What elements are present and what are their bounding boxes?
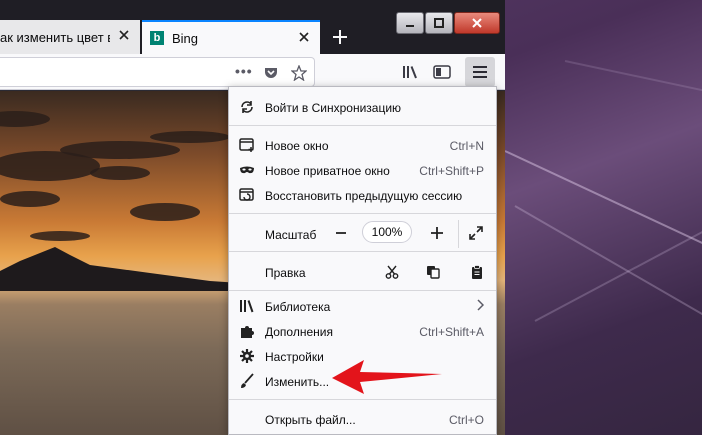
menu-item-private-window[interactable]: Новое приватное окно Ctrl+Shift+P [229, 158, 496, 183]
pointer-arrow-annotation [332, 360, 442, 394]
menu-item-library[interactable]: Библиотека [229, 294, 496, 319]
menu-item-label: Дополнения [265, 325, 333, 339]
minimize-icon [406, 25, 414, 27]
puzzle-icon [239, 323, 255, 339]
menu-item-label: Настройки [265, 350, 324, 364]
fullscreen-icon [469, 226, 483, 240]
menu-item-label: Изменить... [265, 375, 330, 389]
maximize-icon [434, 18, 444, 28]
pocket-icon[interactable] [262, 64, 280, 82]
menu-item-label: Восстановить предыдущую сессию [265, 189, 463, 203]
copy-button[interactable] [423, 262, 443, 282]
maximize-button[interactable] [425, 12, 453, 34]
hamburger-icon [473, 66, 487, 78]
plus-icon [431, 227, 443, 239]
paste-button[interactable] [467, 262, 487, 282]
tab-active[interactable]: b Bing [142, 20, 320, 54]
menu-item-label: Новое приватное окно [265, 164, 390, 178]
menu-item-edit: Правка [229, 258, 496, 286]
sync-icon [239, 99, 255, 115]
restore-session-icon [239, 187, 255, 203]
plus-icon [333, 30, 347, 44]
zoom-in-button[interactable] [428, 224, 446, 242]
library-icon [239, 298, 255, 314]
gear-icon [239, 348, 255, 364]
menu-item-restore-session[interactable]: Восстановить предыдущую сессию [229, 183, 496, 208]
clipboard-icon [472, 265, 482, 279]
desktop-background [504, 0, 702, 435]
menu-item-new-window[interactable]: Новое окно Ctrl+N [229, 133, 496, 158]
edit-label: Правка [265, 266, 306, 280]
tab-inactive[interactable]: ак изменить цвет вкл [0, 20, 140, 54]
zoom-label: Масштаб [265, 228, 317, 242]
window-caption-buttons [395, 12, 500, 34]
private-mask-icon [239, 162, 255, 178]
close-tab-icon[interactable] [117, 28, 131, 42]
new-window-icon [239, 137, 255, 153]
menu-item-label: Новое окно [265, 139, 329, 153]
chevron-right-icon [476, 299, 485, 314]
navigation-toolbar: ••• [0, 54, 505, 90]
cut-button[interactable] [382, 262, 402, 282]
zoom-reset-button[interactable]: 100% [362, 221, 412, 243]
bookmark-star-icon[interactable] [290, 64, 308, 82]
menu-item-label: Библиотека [265, 300, 331, 314]
menu-item-label: Открыть файл... [265, 413, 356, 427]
open-menu-button[interactable] [465, 57, 495, 87]
copy-icon [427, 266, 440, 279]
menu-item-shortcut: Ctrl+N [449, 139, 484, 153]
close-tab-icon[interactable] [297, 30, 311, 44]
menu-item-label: Войти в Синхронизацию [265, 101, 402, 115]
close-window-button[interactable] [454, 12, 500, 34]
library-toolbar-icon[interactable] [401, 62, 421, 82]
new-tab-button[interactable] [326, 23, 354, 51]
fullscreen-button[interactable] [467, 224, 485, 242]
zoom-out-button[interactable] [332, 224, 350, 242]
bing-icon: b [150, 31, 164, 45]
menu-item-addons[interactable]: Дополнения Ctrl+Shift+A [229, 319, 496, 344]
close-icon [472, 18, 482, 28]
brush-icon [239, 373, 255, 389]
mountain-silhouette [0, 247, 240, 291]
address-bar[interactable]: ••• [0, 57, 315, 87]
page-actions-icon[interactable]: ••• [235, 63, 253, 79]
menu-item-shortcut: Ctrl+Shift+A [419, 325, 484, 339]
tab-bar: ак изменить цвет вкл b Bing [0, 0, 505, 54]
browser-window: ак изменить цвет вкл b Bing ••• [0, 0, 505, 435]
minimize-button[interactable] [396, 12, 424, 34]
minus-icon [336, 232, 346, 234]
menu-item-shortcut: Ctrl+Shift+P [419, 164, 484, 178]
menu-item-open-file[interactable]: Открыть файл... Ctrl+O [229, 407, 496, 432]
menu-item-shortcut: Ctrl+O [448, 413, 484, 427]
menu-item-sync[interactable]: Войти в Синхронизацию [229, 95, 496, 120]
tab-title: ак изменить цвет вкл [0, 29, 110, 45]
tab-title: Bing [172, 30, 199, 46]
sidebar-icon[interactable] [432, 62, 452, 82]
scissors-icon [385, 265, 399, 279]
